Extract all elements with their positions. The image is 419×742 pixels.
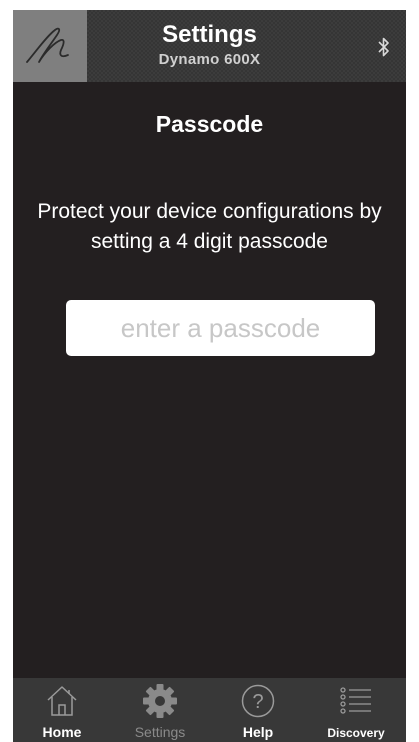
header-subtitle: Dynamo 600X	[158, 51, 261, 68]
passcode-description: Protect your device configurations by se…	[13, 197, 406, 257]
list-icon	[340, 687, 371, 714]
tab-settings-label: Settings	[134, 724, 186, 740]
gear-icon	[143, 684, 177, 718]
passcode-input[interactable]	[66, 300, 375, 356]
bluetooth-icon[interactable]	[377, 36, 391, 58]
tab-bar: Home Settings ? Help Discovery	[13, 678, 406, 742]
page-title: Passcode	[155, 111, 264, 137]
help-icon: ?	[241, 684, 275, 718]
tab-discovery-label: Discovery	[327, 726, 385, 740]
app-screen: Settings Dynamo 600X Passcode Protect yo…	[13, 10, 406, 742]
tab-home-label: Home	[42, 724, 82, 740]
description-text: Protect your device configurations by se…	[37, 200, 382, 253]
home-icon	[47, 686, 77, 716]
tab-discovery[interactable]: Discovery	[307, 678, 405, 742]
tab-home[interactable]: Home	[13, 678, 111, 742]
tab-help-label: Help	[242, 724, 274, 740]
header-title: Settings	[162, 21, 257, 48]
svg-text:?: ?	[252, 691, 263, 713]
header-bar: Settings Dynamo 600X	[13, 10, 406, 82]
tab-settings[interactable]: Settings	[111, 678, 209, 742]
tab-help[interactable]: ? Help	[209, 678, 307, 742]
